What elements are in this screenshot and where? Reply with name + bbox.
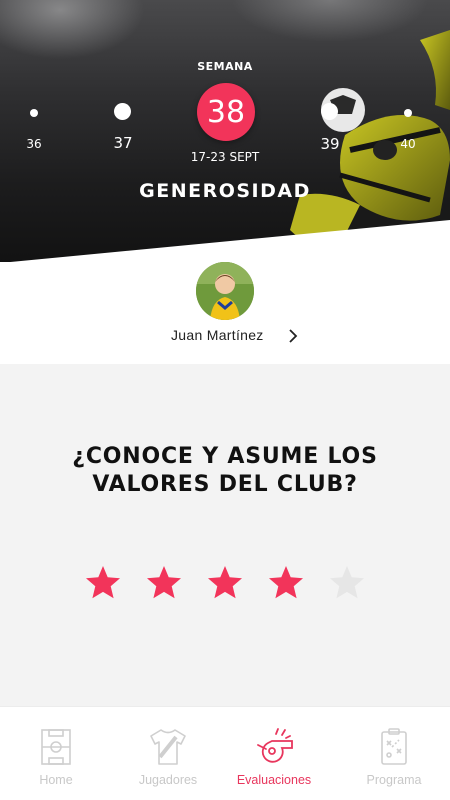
week-label: SEMANA <box>197 60 253 73</box>
week-40-label[interactable]: 40 <box>388 137 428 151</box>
chevron-right-icon[interactable] <box>286 328 300 344</box>
week-37-dot[interactable] <box>114 103 131 120</box>
player-avatar <box>196 262 254 320</box>
jersey-icon <box>150 729 186 765</box>
diagonal-divider <box>0 220 450 265</box>
tab-programa-label: Programa <box>366 773 422 787</box>
whistle-icon <box>257 728 293 763</box>
week-header: SEMANA 36 37 38 39 40 17-23 SEPT GENEROS… <box>0 0 450 265</box>
player-selector[interactable]: Juan Martínez <box>0 262 450 364</box>
star-4-filled-icon[interactable] <box>267 564 305 602</box>
evaluation-card: ¿CONOCE Y ASUME LOS VALORES DEL CLUB? <box>0 364 450 706</box>
bottom-tab-bar: Home Jugadores Evaluaciones Programa <box>0 706 450 800</box>
tab-jugadores-label: Jugadores <box>138 773 198 787</box>
week-36-label[interactable]: 36 <box>14 137 54 151</box>
player-name[interactable]: Juan Martínez <box>171 327 264 343</box>
current-week-badge: 38 <box>197 83 255 141</box>
tab-jugadores[interactable]: Jugadores <box>112 707 224 800</box>
week-40-dot[interactable] <box>404 109 412 117</box>
tab-evaluaciones[interactable]: Evaluaciones <box>218 707 330 800</box>
star-2-filled-icon[interactable] <box>145 564 183 602</box>
question-line-2: VALORES DEL CLUB? <box>92 472 358 497</box>
star-5-empty-icon[interactable] <box>328 564 366 602</box>
tab-evaluaciones-label: Evaluaciones <box>236 773 312 787</box>
week-39-dot[interactable] <box>321 103 338 120</box>
star-1-filled-icon[interactable] <box>84 564 122 602</box>
value-title: GENEROSIDAD <box>139 180 311 202</box>
tactics-board-icon <box>381 728 407 765</box>
week-date-range: 17-23 SEPT <box>190 150 260 164</box>
tab-home[interactable]: Home <box>0 707 112 800</box>
star-3-filled-icon[interactable] <box>206 564 244 602</box>
tab-home-label: Home <box>39 773 73 787</box>
tab-programa[interactable]: Programa <box>338 707 450 800</box>
question-line-1: ¿CONOCE Y ASUME LOS <box>72 444 378 469</box>
question-text: ¿CONOCE Y ASUME LOS VALORES DEL CLUB? <box>40 443 410 499</box>
week-36-dot[interactable] <box>30 109 38 117</box>
field-icon <box>41 729 71 765</box>
